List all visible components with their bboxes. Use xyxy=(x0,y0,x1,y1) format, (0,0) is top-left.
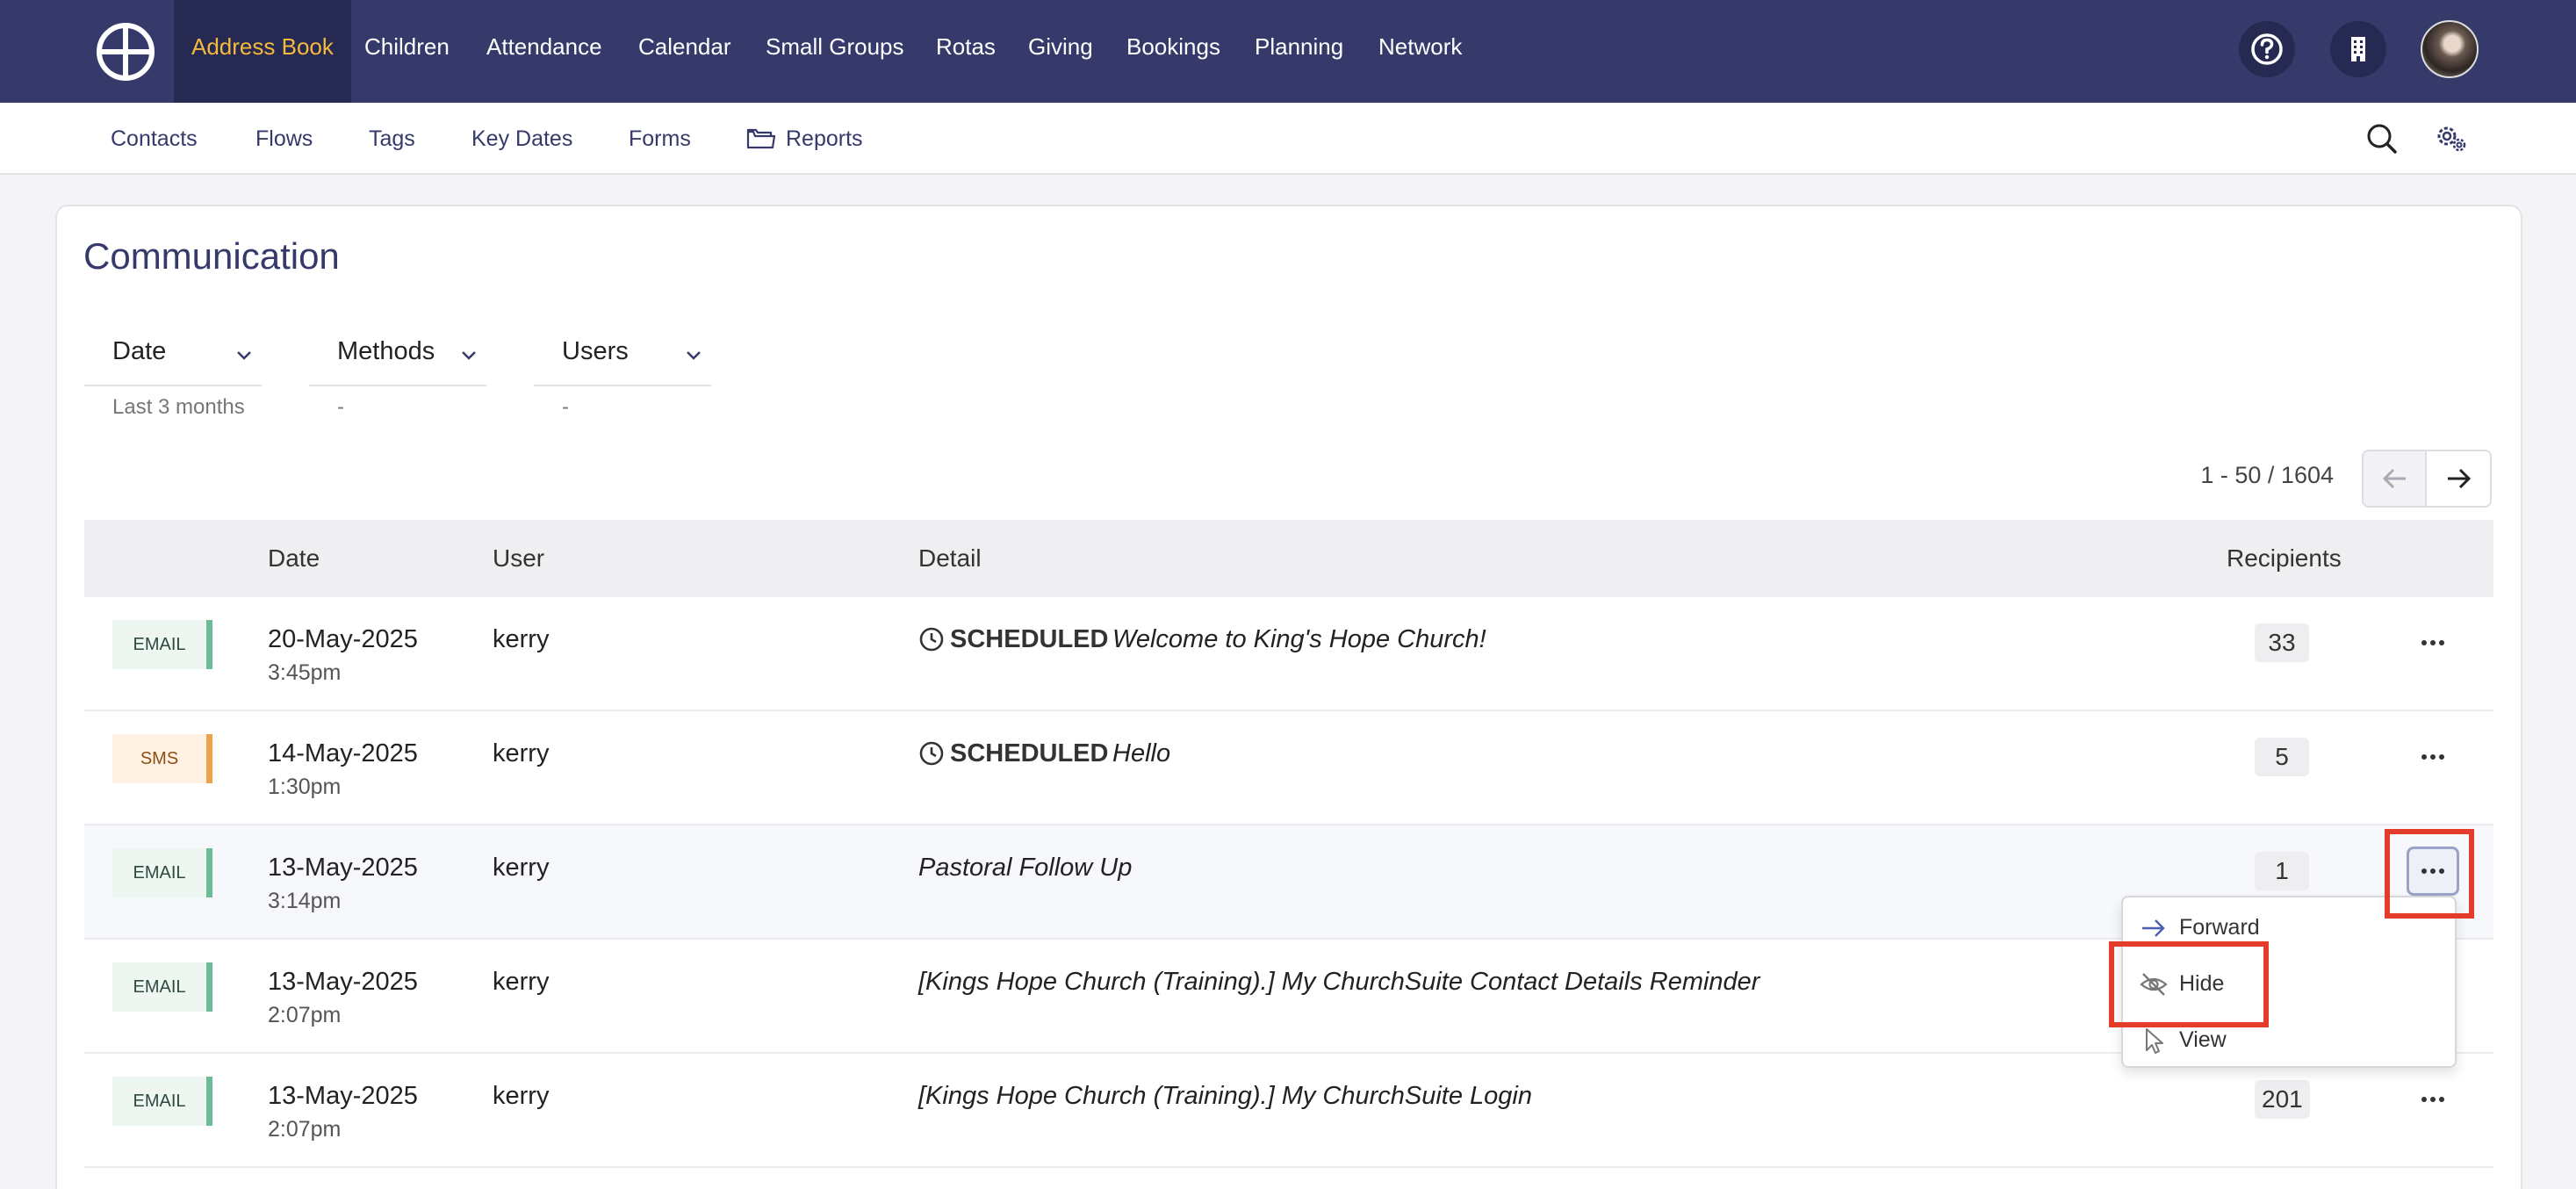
column-header-date[interactable]: Date xyxy=(268,544,320,573)
row-user: kerry xyxy=(493,968,550,996)
method-badge: EMAIL xyxy=(112,962,212,1012)
pointer-icon xyxy=(2146,1028,2163,1054)
subnav-forms[interactable]: Forms xyxy=(629,103,691,175)
recipient-count: 5 xyxy=(2255,738,2309,776)
column-header-recipients: Recipients xyxy=(2227,544,2342,572)
settings-icon[interactable] xyxy=(2433,120,2470,157)
filter-date-value: Last 3 months xyxy=(112,395,245,419)
chevron-down-icon xyxy=(687,351,701,360)
nav-small-groups[interactable]: Small Groups xyxy=(766,0,904,103)
sub-navigation: Contacts Flows Tags Key Dates Forms Repo… xyxy=(0,103,2576,175)
previous-page-button[interactable] xyxy=(2364,451,2427,506)
row-detail[interactable]: [Kings Hope Church (Training).] My Churc… xyxy=(918,968,1759,997)
filter-date-label: Date xyxy=(112,337,167,365)
more-options-icon xyxy=(2421,1097,2444,1102)
organisation-button[interactable] xyxy=(2330,21,2386,77)
row-time: 3:14pm xyxy=(268,889,342,913)
row-time: 2:07pm xyxy=(268,1117,342,1142)
recipient-count: 201 xyxy=(2255,1080,2310,1119)
method-badge: EMAIL xyxy=(112,620,212,669)
scheduled-label: SCHEDULED xyxy=(950,625,1109,653)
column-header-user[interactable]: User xyxy=(493,544,544,573)
nav-bookings[interactable]: Bookings xyxy=(1126,0,1220,103)
row-date: 13-May-2025 xyxy=(268,1082,418,1110)
row-user: kerry xyxy=(493,854,550,882)
row-time: 1:30pm xyxy=(268,775,342,799)
filter-methods-value: - xyxy=(337,395,344,419)
method-badge: EMAIL xyxy=(112,1077,212,1126)
arrow-right-icon xyxy=(2142,919,2165,937)
row-date: 13-May-2025 xyxy=(268,968,418,996)
subnav-flows[interactable]: Flows xyxy=(255,103,313,175)
row-detail[interactable]: [Kings Hope Church (Training).] My Churc… xyxy=(918,1082,1532,1111)
clock-icon xyxy=(919,741,944,766)
nav-rotas[interactable]: Rotas xyxy=(936,0,996,103)
folder-icon xyxy=(746,128,776,149)
row-user: kerry xyxy=(493,1082,550,1110)
pagination-controls xyxy=(2362,450,2492,508)
subnav-key-dates[interactable]: Key Dates xyxy=(471,103,572,175)
row-time: 2:07pm xyxy=(268,1003,342,1027)
logo-icon[interactable] xyxy=(95,21,156,83)
chevron-down-icon xyxy=(237,351,251,360)
subnav-reports[interactable]: Reports xyxy=(786,103,863,175)
row-user: kerry xyxy=(493,625,550,653)
row-date: 20-May-2025 xyxy=(268,625,418,653)
next-page-button[interactable] xyxy=(2427,451,2490,506)
recipient-count: 33 xyxy=(2255,623,2309,662)
top-navigation: Address Book Children Attendance Calenda… xyxy=(0,0,2576,103)
arrow-right-icon xyxy=(2448,468,2472,489)
avatar[interactable] xyxy=(2421,20,2479,78)
row-detail[interactable]: Welcome to King's Hope Church! xyxy=(1112,625,1486,654)
row-date: 13-May-2025 xyxy=(268,854,418,882)
help-button[interactable] xyxy=(2239,21,2295,77)
row-detail[interactable]: Pastoral Follow Up xyxy=(918,854,1132,883)
help-icon xyxy=(2251,33,2283,65)
page-title: Communication xyxy=(83,235,340,277)
clock-icon xyxy=(919,627,944,652)
highlight-box-actions xyxy=(2385,829,2474,919)
subnav-contacts[interactable]: Contacts xyxy=(111,103,198,175)
row-actions-button[interactable] xyxy=(2407,618,2459,667)
nav-giving[interactable]: Giving xyxy=(1028,0,1093,103)
highlight-box-hide xyxy=(2109,941,2269,1027)
chevron-down-icon xyxy=(462,351,476,360)
search-icon[interactable] xyxy=(2364,120,2400,157)
building-icon xyxy=(2351,37,2365,61)
menu-item-label: View xyxy=(2179,1027,2227,1052)
row-actions-button[interactable] xyxy=(2407,1075,2459,1124)
row-date: 14-May-2025 xyxy=(268,739,418,767)
nav-network[interactable]: Network xyxy=(1378,0,1462,103)
nav-address-book[interactable]: Address Book xyxy=(174,0,351,103)
table-header: Date User Detail Recipients xyxy=(84,520,2493,597)
filter-date[interactable]: Date xyxy=(84,327,262,386)
recipient-count: 1 xyxy=(2255,852,2309,890)
nav-children[interactable]: Children xyxy=(364,0,450,103)
method-badge: EMAIL xyxy=(112,848,212,897)
arrow-left-icon xyxy=(2382,468,2406,489)
nav-planning[interactable]: Planning xyxy=(1255,0,1343,103)
filter-users[interactable]: Users xyxy=(534,327,711,386)
method-badge: SMS xyxy=(112,734,212,783)
scheduled-label: SCHEDULED xyxy=(950,739,1109,767)
nav-attendance[interactable]: Attendance xyxy=(486,0,602,103)
filter-users-value: - xyxy=(562,395,569,419)
subnav-tags[interactable]: Tags xyxy=(369,103,415,175)
more-options-icon xyxy=(2421,754,2444,760)
row-actions-button[interactable] xyxy=(2407,732,2459,782)
filter-methods[interactable]: Methods xyxy=(309,327,486,386)
row-user: kerry xyxy=(493,739,550,767)
nav-calendar[interactable]: Calendar xyxy=(638,0,731,103)
table-row[interactable]: EMAIL 13-May-2025 2:07pm kerry [Kings Ho… xyxy=(84,1054,2493,1168)
more-options-icon xyxy=(2421,640,2444,645)
filter-methods-label: Methods xyxy=(337,337,435,365)
menu-item-label: Forward xyxy=(2179,915,2260,940)
table-row[interactable]: SMS 14-May-2025 1:30pm kerry SCHEDULED H… xyxy=(84,711,2493,825)
column-header-detail: Detail xyxy=(918,544,982,572)
row-detail[interactable]: Hello xyxy=(1112,739,1170,768)
filter-users-label: Users xyxy=(562,337,629,365)
row-time: 3:45pm xyxy=(268,660,342,685)
table-row[interactable]: EMAIL 20-May-2025 3:45pm kerry SCHEDULED… xyxy=(84,597,2493,711)
pagination-summary: 1 - 50 / 1604 xyxy=(2200,462,2334,488)
